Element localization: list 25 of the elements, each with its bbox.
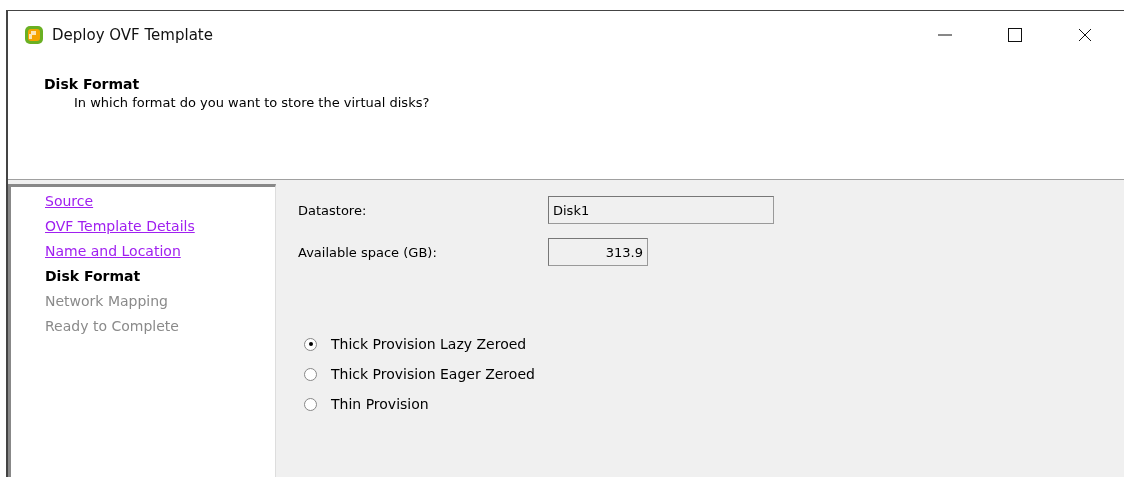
close-icon[interactable]	[1078, 28, 1092, 42]
step-label: Ready to Complete	[45, 317, 179, 336]
radio-button[interactable]	[304, 397, 317, 411]
radio-button[interactable]	[304, 367, 317, 381]
radio-label: Thin Provision	[331, 396, 429, 412]
page-heading: Disk Format	[44, 76, 141, 92]
radio-label: Thick Provision Eager Zeroed	[331, 366, 535, 382]
field-label: Available space (GB):	[298, 244, 438, 260]
readonly-field[interactable]: Disk1	[548, 196, 774, 224]
step-link[interactable]: OVF Template Details	[45, 215, 195, 238]
window-title: Deploy OVF Template	[52, 26, 214, 44]
field-label: Datastore:	[298, 202, 368, 218]
format-radio[interactable]: Thick Provision Lazy Zeroed	[304, 336, 1124, 352]
format-radio[interactable]: Thin Provision	[304, 396, 1124, 412]
step-link[interactable]: Name and Location	[45, 240, 181, 263]
step-label: Network Mapping	[45, 292, 168, 311]
app-logo-icon	[24, 25, 44, 45]
page-description: In which format do you want to store the virtual disks?	[74, 95, 431, 110]
readonly-field[interactable]: 313.9	[548, 238, 648, 266]
step-label: Disk Format	[45, 267, 141, 286]
radio-label: Thick Provision Lazy Zeroed	[331, 336, 527, 352]
format-radio[interactable]: Thick Provision Eager Zeroed	[304, 366, 1124, 382]
maximize-icon[interactable]	[1008, 28, 1022, 42]
radio-button[interactable]	[304, 337, 317, 351]
step-link[interactable]: Source	[45, 190, 94, 213]
